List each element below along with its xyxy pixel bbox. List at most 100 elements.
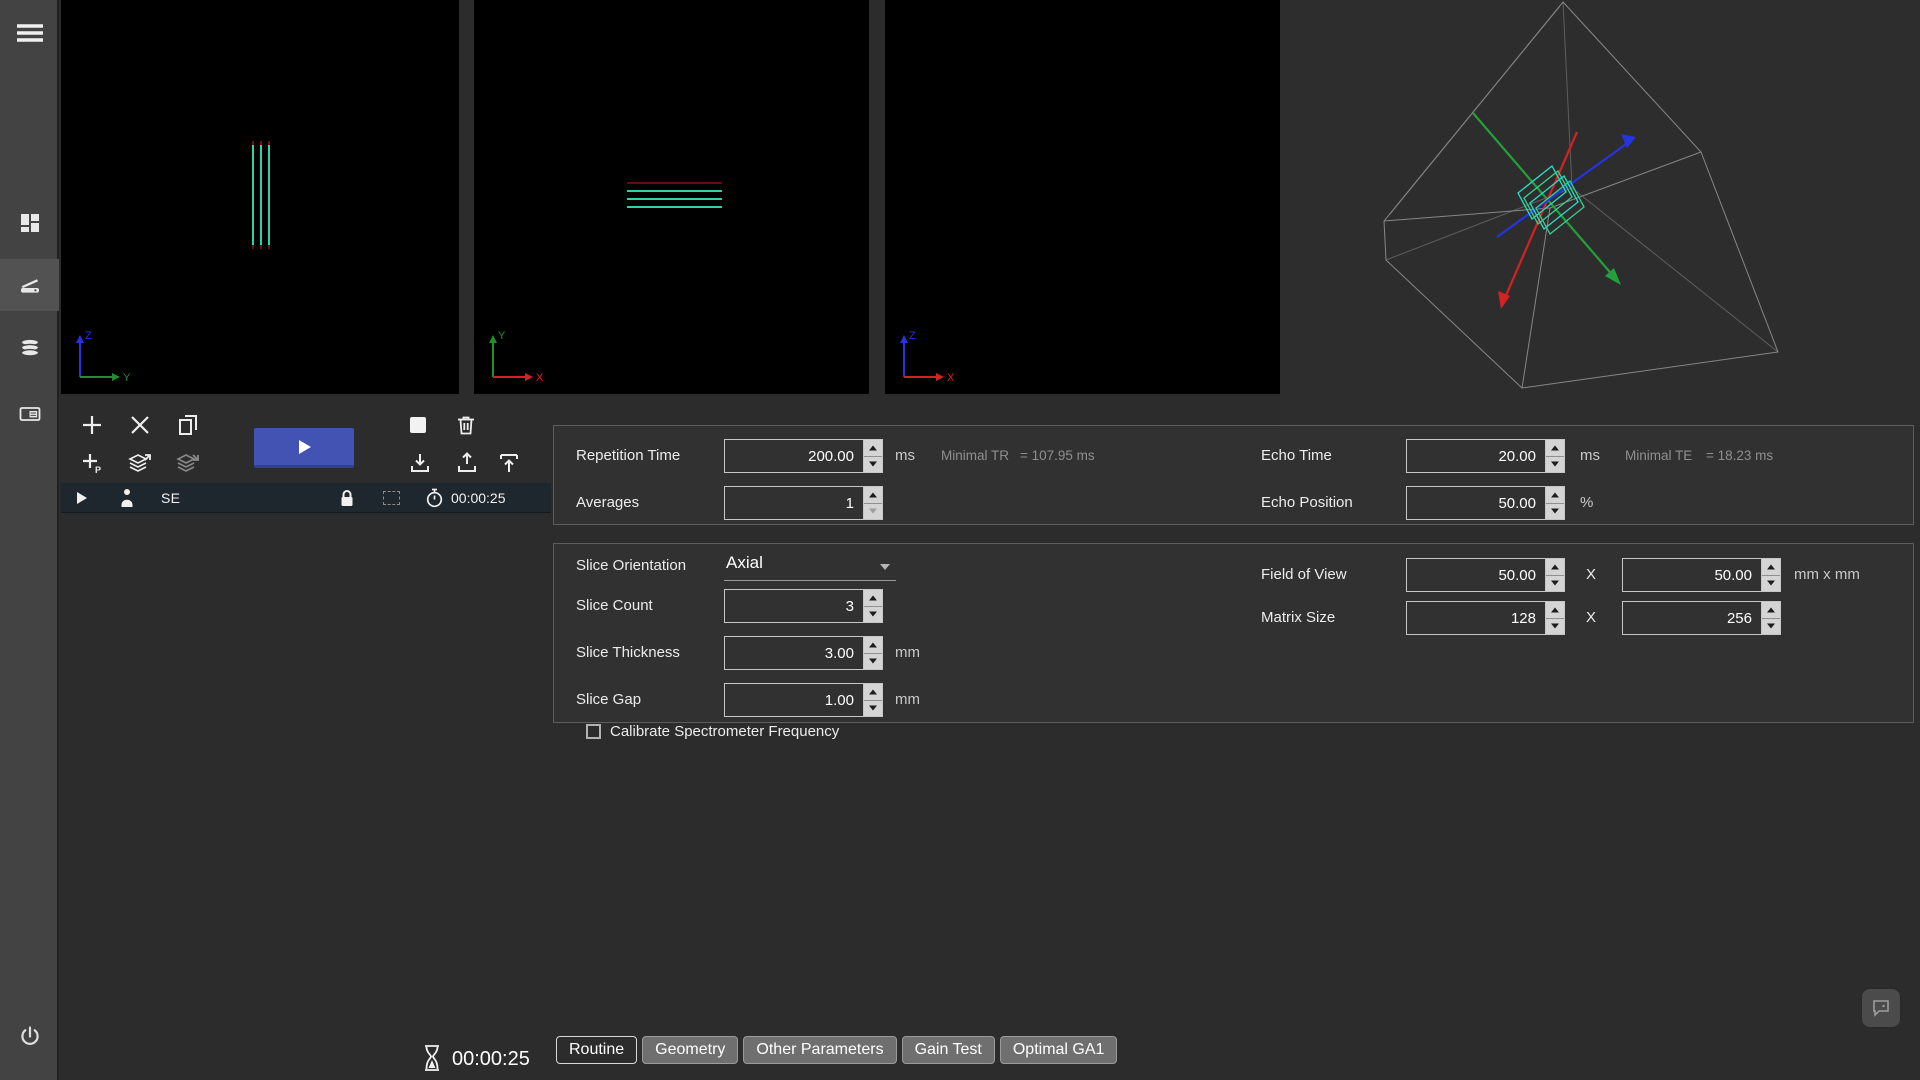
averages-input[interactable]: [724, 486, 864, 520]
param-tabs: RoutineGeometryOther ParametersGain Test…: [556, 1036, 1117, 1064]
sidebar-item-scanner[interactable]: [0, 259, 59, 311]
fov-x-input[interactable]: [1406, 558, 1546, 592]
upload-icon: [455, 451, 479, 475]
viewport-3d[interactable]: [1280, 0, 1920, 425]
stop-button[interactable]: [406, 413, 430, 437]
spin-down-button[interactable]: [864, 607, 882, 623]
export-top-button[interactable]: [497, 451, 521, 475]
slice-thickness-field: [724, 636, 883, 670]
spin-down-button[interactable]: [1546, 457, 1564, 473]
sidebar-item-menu[interactable]: [0, 7, 59, 59]
matrix-y-input[interactable]: [1622, 601, 1762, 635]
spin-up-button[interactable]: [1762, 602, 1780, 619]
spin-down-button[interactable]: [864, 504, 882, 520]
spin-up-button[interactable]: [1546, 602, 1564, 619]
axis-label-vertical: Z: [909, 330, 916, 342]
3d-geometry-scene: [1280, 0, 1920, 425]
matrix-x-input[interactable]: [1406, 601, 1546, 635]
chat-fab-button[interactable]: [1861, 988, 1901, 1028]
spin-up-button[interactable]: [864, 684, 882, 701]
tab-optimal-ga1[interactable]: Optimal GA1: [1000, 1036, 1118, 1064]
tab-geometry[interactable]: Geometry: [642, 1036, 738, 1064]
slice-line: [627, 190, 722, 192]
matrix-separator: X: [1586, 601, 1596, 635]
fov-y-input[interactable]: [1622, 558, 1762, 592]
sequence-play-icon: [76, 483, 88, 513]
echo-time-label: Echo Time: [1261, 439, 1332, 473]
spin-down-button[interactable]: [1546, 619, 1564, 635]
minimal-te-label: Minimal TE: [1625, 439, 1692, 473]
echo-position-label: Echo Position: [1261, 486, 1353, 520]
spin-down-button[interactable]: [864, 654, 882, 670]
tab-routine[interactable]: Routine: [556, 1036, 637, 1064]
slice-count-input[interactable]: [724, 589, 864, 623]
slice-line: [627, 206, 722, 208]
spin-up-button[interactable]: [864, 440, 882, 457]
fov-y-field: [1622, 558, 1781, 592]
spin-up-button[interactable]: [1546, 440, 1564, 457]
echo-time-field: [1406, 439, 1565, 473]
tab-gain-test[interactable]: Gain Test: [902, 1036, 995, 1064]
axis-indicator: Y X: [479, 327, 551, 389]
echo-position-field: [1406, 486, 1565, 520]
raise-layer-button[interactable]: [128, 451, 152, 475]
hourglass-icon: [421, 1044, 443, 1072]
plus-p-icon: P: [80, 451, 104, 475]
fov-x-field: [1406, 558, 1565, 592]
slice-gap-unit: mm: [895, 683, 920, 717]
timing-parameters-group: Repetition Time ms Minimal TR = 107.95 m…: [553, 425, 1914, 525]
viewport-coronal[interactable]: Z Y: [61, 0, 459, 394]
checkbox-unchecked[interactable]: [586, 724, 601, 739]
tab-other-parameters[interactable]: Other Parameters: [743, 1036, 896, 1064]
run-button[interactable]: [254, 428, 354, 468]
upload-button[interactable]: [455, 451, 479, 475]
spin-up-button[interactable]: [864, 590, 882, 607]
viewport-sagittal[interactable]: Z X: [885, 0, 1280, 394]
trash-button[interactable]: [454, 413, 478, 437]
spin-down-button[interactable]: [864, 457, 882, 473]
remove-button[interactable]: [128, 413, 152, 437]
axis-label-vertical: Z: [85, 330, 92, 342]
slice-frame-line: [627, 182, 722, 184]
slice-line: [627, 198, 722, 200]
spin-up-button[interactable]: [1762, 559, 1780, 576]
stopwatch-icon: [425, 483, 444, 513]
spin-down-button[interactable]: [1762, 619, 1780, 635]
minimal-tr-label: Minimal TR: [941, 439, 1009, 473]
matrix-size-label: Matrix Size: [1261, 601, 1335, 635]
slice-thickness-input[interactable]: [724, 636, 864, 670]
sequence-row[interactable]: SE 00:00:25: [61, 483, 551, 513]
close-icon: [128, 413, 152, 437]
layers-up-icon: [128, 451, 152, 475]
averages-field: [724, 486, 883, 520]
minimal-te-value: = 18.23 ms: [1706, 439, 1773, 473]
repetition-time-input[interactable]: [724, 439, 864, 473]
trash-icon: [454, 413, 478, 437]
echo-position-input[interactable]: [1406, 486, 1546, 520]
lower-layer-button[interactable]: [176, 451, 200, 475]
axis-indicator: Z Y: [66, 327, 138, 389]
spin-down-button[interactable]: [1546, 504, 1564, 520]
echo-time-input[interactable]: [1406, 439, 1546, 473]
scanner-icon: [18, 273, 42, 297]
svg-text:P: P: [95, 465, 101, 475]
minimal-tr-value: = 107.95 ms: [1020, 439, 1095, 473]
viewport-axial[interactable]: Y X: [474, 0, 869, 394]
sidebar-item-power[interactable]: [0, 1010, 59, 1062]
spin-up-button[interactable]: [864, 637, 882, 654]
add-protocol-button[interactable]: P: [80, 451, 104, 475]
add-button[interactable]: [80, 413, 104, 437]
download-button[interactable]: [408, 451, 432, 475]
spin-up-button[interactable]: [1546, 487, 1564, 504]
slice-orientation-dropdown[interactable]: Axial: [724, 551, 896, 581]
copy-button[interactable]: [176, 413, 200, 437]
spin-down-button[interactable]: [864, 701, 882, 717]
spin-up-button[interactable]: [1546, 559, 1564, 576]
hamburger-menu-icon: [16, 22, 44, 44]
sidebar-item-records[interactable]: [0, 388, 59, 440]
sidebar-item-dashboard[interactable]: [0, 197, 59, 249]
slice-gap-input[interactable]: [724, 683, 864, 717]
spin-up-button[interactable]: [864, 487, 882, 504]
sidebar-item-database[interactable]: [0, 322, 59, 374]
calibrate-frequency-checkbox-row[interactable]: Calibrate Spectrometer Frequency: [586, 723, 839, 740]
